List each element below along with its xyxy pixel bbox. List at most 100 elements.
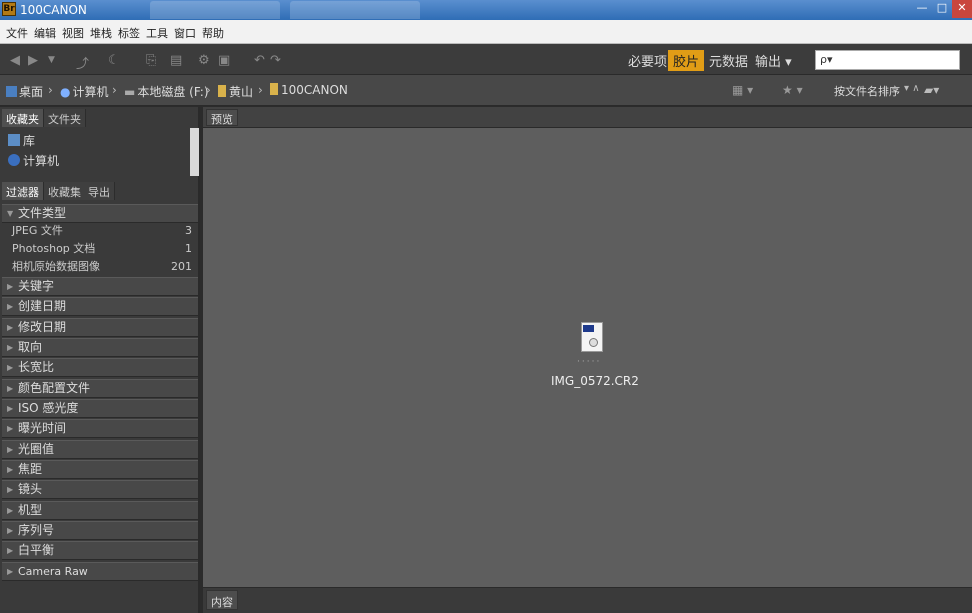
chevron-right-icon: ▶ <box>7 363 14 372</box>
taskbar-tab-ghost[interactable] <box>150 1 280 19</box>
computer-icon: ● <box>60 85 71 99</box>
drive-icon: ▬ <box>124 85 136 99</box>
filter-group-iso[interactable]: ▶ ISO 感光度 <box>2 399 198 418</box>
filter-group-lens[interactable]: ▶ 镜头 <box>2 480 198 499</box>
workspace-essentials[interactable]: 必要项 <box>628 51 667 70</box>
filter-row[interactable]: Photoshop 文档 1 <box>2 240 198 258</box>
tab-collections[interactable]: 收藏集 <box>44 182 86 200</box>
rotate-right-icon[interactable]: ↷ <box>270 53 281 68</box>
filter-group-model[interactable]: ▶ 机型 <box>2 501 198 520</box>
filter-group-camera-raw[interactable]: ▶ Camera Raw <box>2 562 198 581</box>
sort-ascending-icon[interactable]: ▾ ∧ <box>904 83 920 94</box>
view-options-icon[interactable]: ▦ ▾ <box>732 83 753 97</box>
filter-group-keywords[interactable]: ▶ 关键字 <box>2 277 198 296</box>
filter-row[interactable]: 相机原始数据图像 201 <box>2 258 198 276</box>
output-icon[interactable]: ▣ <box>218 53 230 68</box>
menu-tools[interactable]: 工具 <box>146 25 168 41</box>
breadcrumb-drive[interactable]: ▬ 本地磁盘 (F:) <box>124 83 209 100</box>
chevron-right-icon: ▶ <box>7 485 14 494</box>
breadcrumb-huangshan[interactable]: 黄山 <box>218 83 253 100</box>
taskbar-tab-ghost[interactable] <box>290 1 420 19</box>
filter-group-file-type[interactable]: ▼ 文件类型 <box>2 204 198 223</box>
computer-icon <box>8 154 20 166</box>
search-input[interactable]: ρ▾ <box>815 50 960 70</box>
chevron-right-icon: ▶ <box>7 404 14 413</box>
new-folder-icon[interactable]: ▰▾ <box>924 83 939 97</box>
menu-file[interactable]: 文件 <box>6 25 28 41</box>
tab-content[interactable]: 内容 <box>206 590 238 610</box>
menu-stack[interactable]: 堆栈 <box>90 25 112 41</box>
filter-group-white-balance[interactable]: ▶ 白平衡 <box>2 541 198 560</box>
chevron-right-icon: ▶ <box>7 506 14 515</box>
back-icon[interactable]: ◀ <box>10 53 20 68</box>
open-in-camera-raw-icon[interactable]: ⚙ <box>198 53 210 68</box>
chevron-right-icon: ▶ <box>7 343 14 352</box>
breadcrumb-computer[interactable]: ● 计算机 <box>60 83 109 100</box>
file-name-label[interactable]: IMG_0572.CR2 <box>551 374 639 388</box>
rotate-left-icon[interactable]: ↶ <box>254 53 265 68</box>
filter-group-color-profile[interactable]: ▶ 颜色配置文件 <box>2 379 198 398</box>
chevron-right-icon: ▶ <box>7 302 14 311</box>
menu-help[interactable]: 帮助 <box>202 25 224 41</box>
menu-window[interactable]: 窗口 <box>174 25 196 41</box>
chevron-right-icon: ▶ <box>7 384 14 393</box>
chevron-right-icon: › <box>206 83 211 97</box>
folder-icon <box>270 83 278 95</box>
title-bar: Br 100CANON — □ ✕ <box>0 0 972 20</box>
filter-row[interactable]: JPEG 文件 3 <box>2 222 198 240</box>
go-parent-icon[interactable]: ⤴ <box>76 53 89 72</box>
filter-group-orientation[interactable]: ▶ 取向 <box>2 338 198 357</box>
forward-icon[interactable]: ▶ <box>28 53 38 68</box>
cr2-file-icon[interactable] <box>581 322 603 352</box>
toolbar: ◀ ▶ ▼ ⤴ ☾ ⎘ ▤ ⚙ ▣ ↶ ↷ 必要项 胶片 元数据 输出 ▾ ρ▾ <box>0 44 972 74</box>
chevron-down-icon: ▼ <box>7 209 14 218</box>
reveal-recent-icon[interactable]: ☾ <box>108 53 120 68</box>
filter-group-aperture[interactable]: ▶ 光圈值 <box>2 440 198 459</box>
filter-group-aspect-ratio[interactable]: ▶ 长宽比 <box>2 358 198 377</box>
chevron-right-icon: ▶ <box>7 567 14 576</box>
breadcrumb-100canon[interactable]: 100CANON <box>270 83 348 97</box>
favorite-computer[interactable]: 计算机 <box>8 152 59 169</box>
maximize-icon[interactable]: □ <box>932 0 952 18</box>
chevron-right-icon: ▶ <box>7 282 14 291</box>
close-icon[interactable]: ✕ <box>952 0 972 18</box>
filter-group-serial[interactable]: ▶ 序列号 <box>2 521 198 540</box>
filter-group-focal-length[interactable]: ▶ 焦距 <box>2 460 198 479</box>
chevron-right-icon: › <box>112 83 117 97</box>
breadcrumb-desktop[interactable]: 桌面 <box>6 83 43 100</box>
star-filter-icon[interactable]: ★ ▾ <box>782 83 803 97</box>
chevron-right-icon: › <box>48 83 53 97</box>
tab-folders[interactable]: 文件夹 <box>44 109 86 127</box>
refine-icon[interactable]: ▤ <box>170 53 182 68</box>
menu-view[interactable]: 视图 <box>62 25 84 41</box>
disc-icon <box>589 338 598 347</box>
tab-export[interactable]: 导出 <box>84 182 115 200</box>
filter-group-date-created[interactable]: ▶ 创建日期 <box>2 297 198 316</box>
tab-favorites[interactable]: 收藏夹 <box>2 109 44 127</box>
get-photos-icon[interactable]: ⎘ <box>146 53 156 68</box>
chevron-right-icon: ▶ <box>7 526 14 535</box>
favorites-scrollbar[interactable] <box>190 128 199 176</box>
rating-dots[interactable]: ····· <box>577 357 601 367</box>
workspace-filmstrip[interactable]: 胶片 <box>668 50 705 71</box>
workspace-metadata[interactable]: 元数据 <box>709 51 748 70</box>
minimize-icon[interactable]: — <box>912 0 932 18</box>
filter-group-exposure[interactable]: ▶ 曝光时间 <box>2 419 198 438</box>
path-bar: 桌面 › ● 计算机 › ▬ 本地磁盘 (F:) › 黄山 › 100CANON ▦… <box>0 74 972 106</box>
menu-bar: 文件 编辑 视图 堆栈 标签 工具 窗口 帮助 <box>0 20 972 44</box>
chevron-right-icon: ▶ <box>7 465 14 474</box>
filter-group-date-modified[interactable]: ▶ 修改日期 <box>2 318 198 337</box>
menu-label[interactable]: 标签 <box>118 25 140 41</box>
content-header <box>203 107 972 128</box>
tab-filter[interactable]: 过滤器 <box>2 182 44 200</box>
chevron-right-icon: ▶ <box>7 424 14 433</box>
workspace-output[interactable]: 输出 ▾ <box>755 51 792 70</box>
content-footer <box>203 587 972 613</box>
favorite-library[interactable]: 库 <box>8 132 35 149</box>
desktop-icon <box>6 86 17 97</box>
history-dropdown-icon[interactable]: ▼ <box>48 55 55 65</box>
sort-dropdown[interactable]: 按文件名排序 <box>834 83 900 99</box>
tab-preview[interactable]: 预览 <box>206 109 238 126</box>
menu-edit[interactable]: 编辑 <box>34 25 56 41</box>
bridge-app-icon: Br <box>2 2 16 16</box>
